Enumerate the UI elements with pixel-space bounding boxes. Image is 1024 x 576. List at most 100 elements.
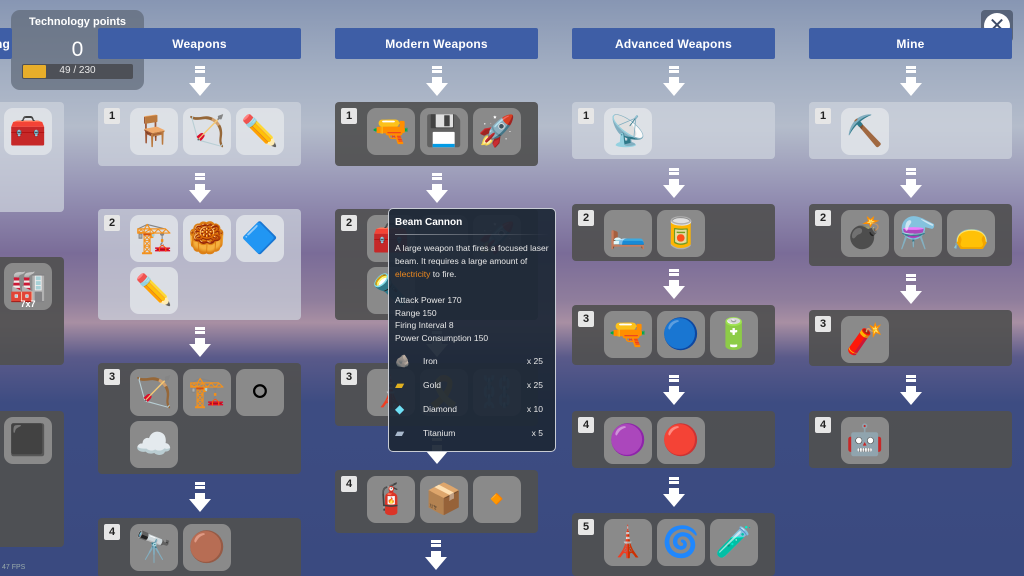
dynamite-bundle-icon: 🧨 [846,322,884,356]
tech-item-wooden-bolt[interactable]: ✏️ [236,108,284,155]
desc-text-end: to fire. [430,269,457,279]
tech-item-laser-table[interactable]: 🛏️ [604,210,652,257]
material-name: Diamond [423,404,458,414]
red-turret-icon: 🧯 [372,482,410,516]
tech-item-storm-orb[interactable]: 🌀 [657,519,705,566]
tier-number: 3 [104,369,120,385]
tech-item-mine-drill-rig[interactable]: ⛏️ [841,108,889,155]
tooltip-stats: Attack Power 170 Range 150 Firing Interv… [395,294,488,344]
tech-item-catapult[interactable]: 🏗️ [130,215,178,262]
obsidian-shard-icon: 🔷 [241,221,279,255]
tech-item-cannonball[interactable]: 🟤 [183,524,231,571]
iron-ore-icon: 🪨 [395,354,410,368]
material-row: ▰ Gold x 25 [395,376,543,394]
tier-panel: 3 🏹 🏗️ ⚪ ☁️ [98,363,301,474]
tech-item-mortar-shell[interactable]: 🚀 [473,108,521,155]
tech-item-red-ballista[interactable]: 🏹 [130,369,178,416]
tech-item-drill-robot[interactable]: 🤖 [841,417,889,464]
tier-number: 4 [578,417,594,433]
red-ballista-icon: 🏹 [135,375,173,409]
material-qty: x 5 [531,428,543,438]
mine-drill-rig-icon: ⛏️ [846,114,884,148]
tech-item-obsidian-shard[interactable]: 🔷 [236,215,284,262]
tier-panel: 2 🏗️ 🥮 🔷 ✏️ [98,209,301,320]
tier-number: 2 [815,210,831,226]
tech-item-stone-bomb[interactable]: 💣 [841,210,889,257]
arrow-down-icon [899,375,922,407]
tech-item-red-turret[interactable]: 🧯 [367,476,415,523]
tier-panel: 4 🟣 🔴 [572,411,775,468]
cannonball-icon: 🟤 [188,530,226,564]
tier-panel: 1 📡 [572,102,775,159]
snowball-icon: ⚪ [247,375,273,409]
tech-item-cable-spool-table[interactable]: 🧰 [4,108,52,155]
column-header-weapons[interactable]: Weapons [98,28,301,59]
column-header-building[interactable]: ng [0,28,12,59]
material-name: Iron [423,356,438,366]
circuit-chip-icon: 💾 [425,114,463,148]
snow-pile-icon: ☁️ [135,427,173,461]
drill-robot-icon: 🤖 [846,423,884,457]
tech-item-ruby-gem[interactable]: 🔴 [657,417,705,464]
tech-item-ballista[interactable]: 🏹 [183,108,231,155]
bullets-icon: 🔸 [478,482,516,516]
tech-item-pink-orb[interactable]: 🟣 [604,417,652,464]
tier-number: 1 [104,108,120,124]
material-qty: x 10 [526,404,543,414]
tech-item-circuit-chip[interactable]: 💾 [420,108,468,155]
arrow-down-icon [899,168,922,200]
tier-panel: 1 ⛏️ [809,102,1012,159]
tier-panel: 4 🔭 🟤 [98,518,301,576]
wooden-bolt-icon: ✏️ [241,114,279,148]
tier-number: 1 [578,108,594,124]
tech-item-stone-ammo[interactable]: 🥮 [183,215,231,262]
tech-item-cannon-turret[interactable]: 🔭 [130,524,178,571]
desc-highlight: electricity [395,269,431,279]
twin-turret-icon: 🗼 [609,525,647,559]
column-header-advanced-weapons[interactable]: Advanced Weapons [572,28,775,59]
arrow-down-icon [188,327,211,359]
tech-item-alchemy-table[interactable]: ⚗️ [894,210,942,257]
tech-item-twin-turret[interactable]: 🗼 [604,519,652,566]
tech-item-tesla-dish[interactable]: 📡 [604,108,652,155]
tech-item-laser-turret[interactable]: 🔫 [604,311,652,358]
arrow-down-icon [662,66,685,98]
tech-item-workbench[interactable]: 🪑 [130,108,178,155]
tech-item-snow-pile[interactable]: ☁️ [130,421,178,468]
tech-item-bullets[interactable]: 🔸 [473,476,521,523]
column-header-mine[interactable]: Mine [809,28,1012,59]
tech-item-plasma-tube[interactable]: 🧪 [710,519,758,566]
tech-item-metal-frame-block[interactable]: ⬛ [4,417,52,464]
tech-item-energy-cell[interactable]: 🔋 [710,311,758,358]
tech-item-dark-bolt[interactable]: ✏️ [130,267,178,314]
tier-panel: 3 🧨 [809,310,1012,366]
arrow-down-icon [425,173,448,205]
tech-item-furnace-7x7[interactable]: 🏭 7x7 [4,263,52,310]
dark-bolt-icon: ✏️ [135,273,173,307]
column-header-modern-weapons[interactable]: Modern Weapons [335,28,538,59]
gatling-turret-icon: 🔫 [372,114,410,148]
tech-item-ammo-box[interactable]: 📦 [420,476,468,523]
arrow-down-icon [425,540,447,572]
tech-item-gatling-turret[interactable]: 🔫 [367,108,415,155]
tech-item-orange-generator[interactable]: 🥫 [657,210,705,257]
tier-panel: 4 🧯 📦 🔸 [335,470,538,533]
tech-item-blue-orb[interactable]: 🔵 [657,311,705,358]
cannon-turret-icon: 🔭 [135,530,173,564]
tech-item-black-powder-bag[interactable]: 👝 [947,210,995,257]
tech-item-dynamite-bundle[interactable]: 🧨 [841,316,889,363]
tech-item-snowball[interactable]: ⚪ [236,369,284,416]
ammo-box-icon: 📦 [425,482,463,516]
tech-item-red-catapult[interactable]: 🏗️ [183,369,231,416]
tier-panel: 2 💣 ⚗️ 👝 [809,204,1012,266]
tooltip-description: A large weapon that fires a focused lase… [395,242,549,281]
tier-number: 4 [341,476,357,492]
tier-number: 1 [815,108,831,124]
catapult-icon: 🏗️ [135,221,173,255]
arrow-down-icon [662,269,685,301]
item-tooltip: Beam Cannon A large weapon that fires a … [388,208,556,452]
tier-number: 4 [104,524,120,540]
tier-panel: 1 🪑 🏹 ✏️ [98,102,301,166]
laser-table-icon: 🛏️ [609,216,647,250]
stone-bomb-icon: 💣 [846,216,884,250]
